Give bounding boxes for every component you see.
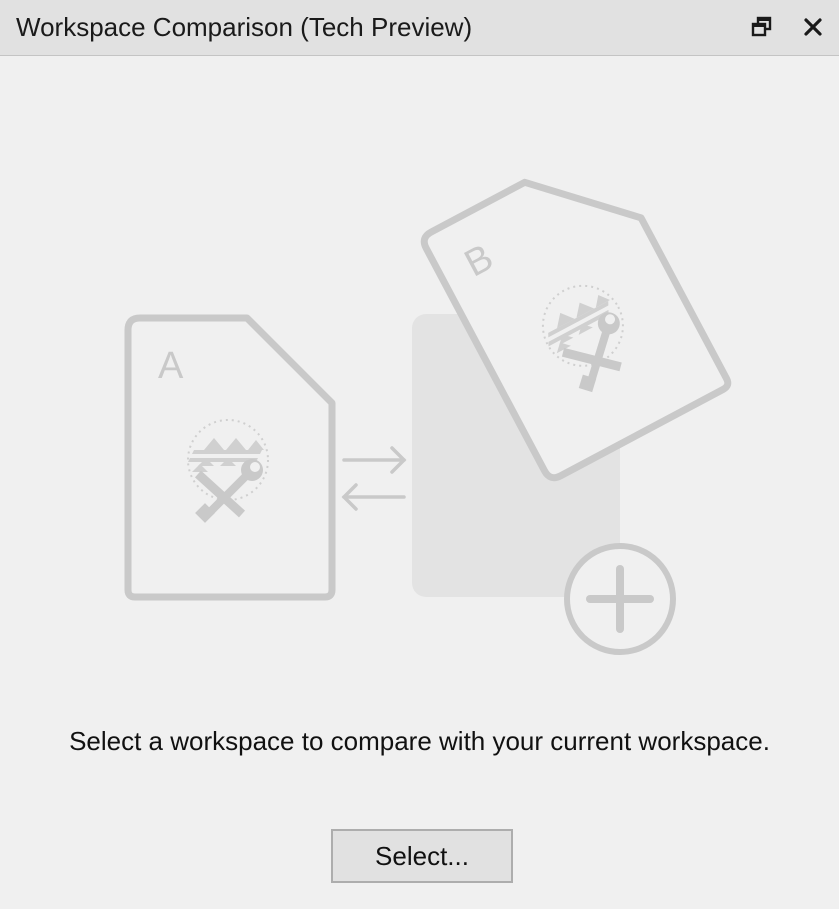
add-circle-icon	[564, 543, 676, 655]
close-button[interactable]	[796, 10, 830, 44]
panel-titlebar: Workspace Comparison (Tech Preview)	[0, 0, 839, 56]
float-window-icon	[751, 16, 772, 37]
float-window-button[interactable]	[745, 10, 779, 44]
compare-arrows-icon	[341, 446, 407, 511]
workspace-comparison-panel: Workspace Comparison (Tech Preview) A B …	[0, 0, 839, 909]
compare-instruction-text: Select a workspace to compare with your …	[69, 726, 770, 756]
document-a-icon: A	[124, 314, 336, 601]
panel-title: Workspace Comparison (Tech Preview)	[16, 12, 473, 42]
workspace-comparison-illustration: A B	[124, 178, 732, 655]
select-workspace-button[interactable]: Select...	[331, 829, 513, 883]
document-a-label: A	[158, 345, 184, 387]
close-icon	[804, 18, 822, 36]
